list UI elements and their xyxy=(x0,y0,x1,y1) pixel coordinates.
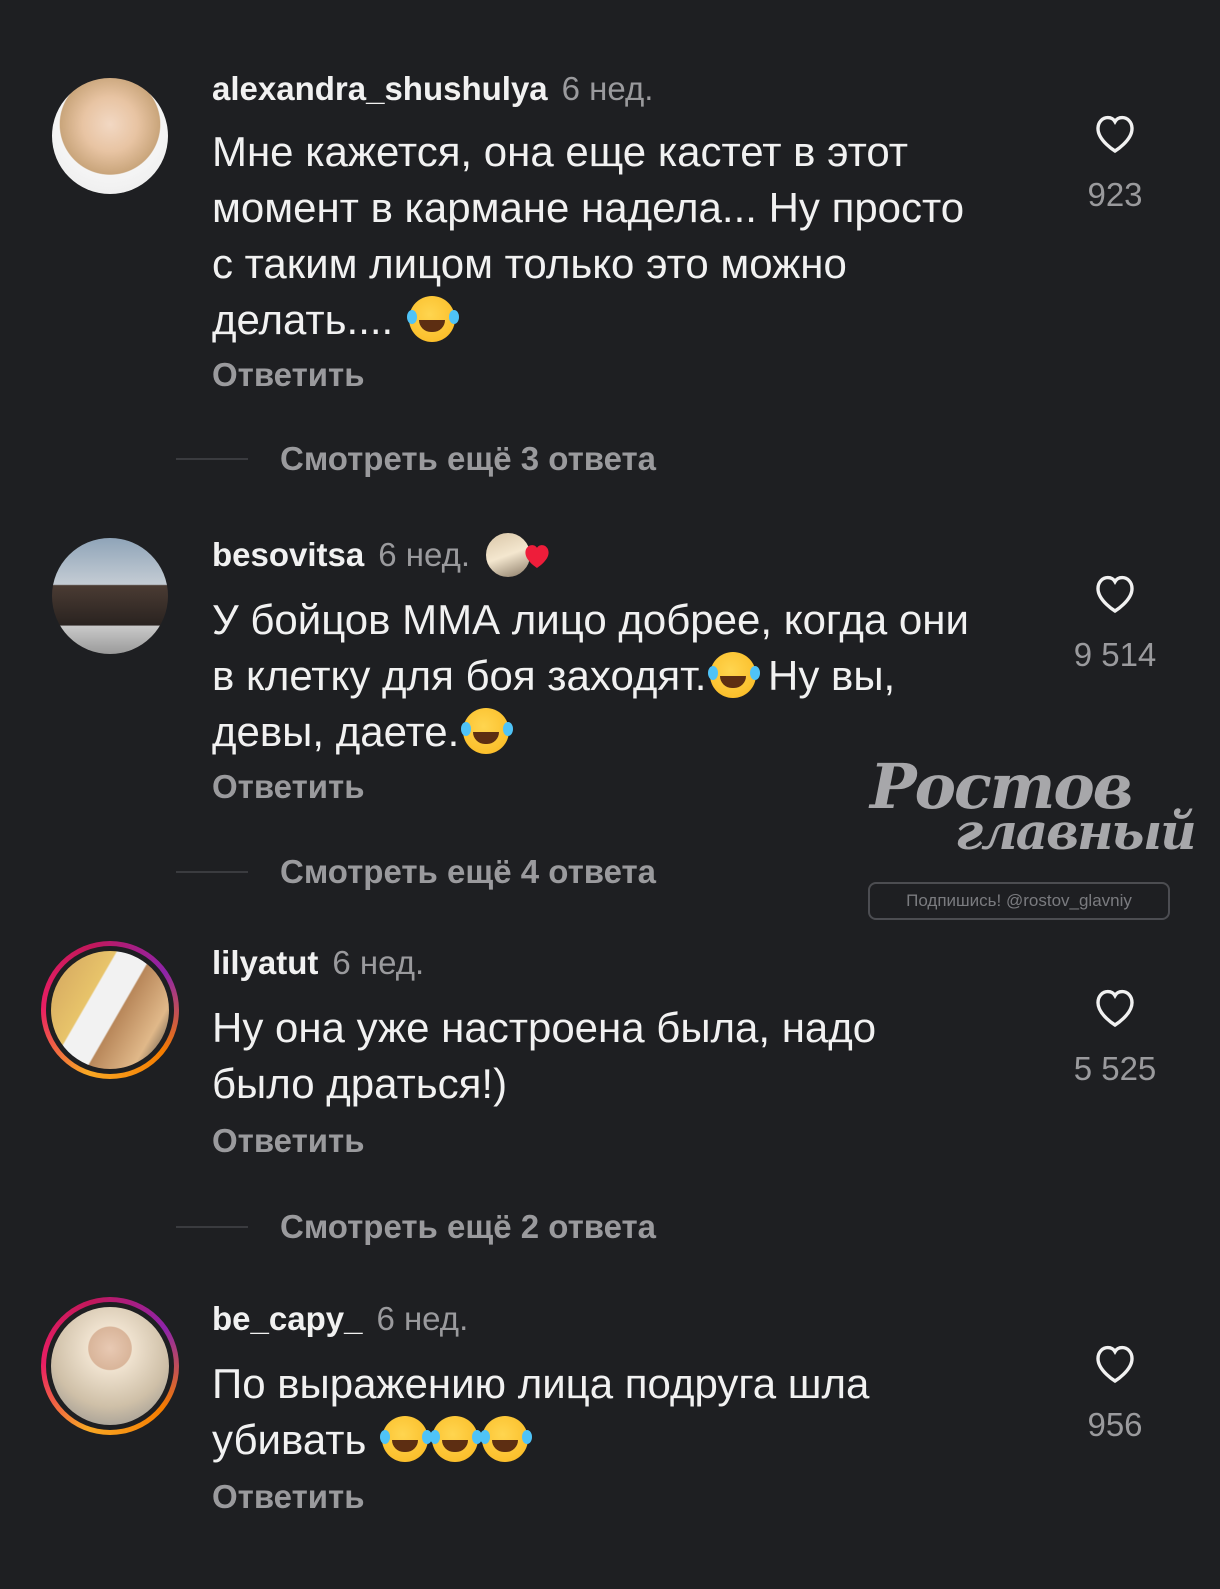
comment-text: У бойцов ММА лицо добрее, когда они в кл… xyxy=(212,596,969,755)
view-more-replies[interactable]: Смотреть ещё 4 ответа xyxy=(176,853,656,891)
timestamp: 6 нед. xyxy=(376,1300,469,1337)
like-count: 956 xyxy=(1087,1406,1143,1443)
like-count: 9 514 xyxy=(1073,636,1157,673)
heart-icon xyxy=(525,545,549,568)
heart-icon xyxy=(1096,989,1134,1027)
view-more-replies[interactable]: Смотреть ещё 3 ответа xyxy=(176,440,656,478)
like-count: 923 xyxy=(1087,176,1143,213)
heart-icon xyxy=(1096,1345,1134,1383)
reply-button[interactable]: Ответить xyxy=(212,1122,365,1160)
rolling-on-floor-laughing-icon xyxy=(380,1416,429,1462)
timestamp: 6 нед. xyxy=(561,70,654,107)
like-button[interactable]: 5 525 xyxy=(1040,984,1190,1088)
rolling-on-floor-laughing-icon xyxy=(480,1416,529,1462)
story-ring xyxy=(41,1297,179,1435)
heart-icon xyxy=(1096,115,1134,153)
divider xyxy=(176,458,248,460)
face-with-tears-of-joy-icon xyxy=(461,708,510,754)
face-with-tears-of-joy-icon xyxy=(406,296,455,342)
avatar[interactable] xyxy=(41,941,179,1079)
like-button[interactable]: 9 514 xyxy=(1040,570,1190,674)
reply-button[interactable]: Ответить xyxy=(212,356,365,394)
avatar[interactable] xyxy=(52,538,168,654)
divider xyxy=(176,871,248,873)
comment-text: По выражению лица подруга шла убивать xyxy=(212,1360,870,1463)
timestamp: 6 нед. xyxy=(378,536,471,573)
rolling-on-floor-laughing-icon xyxy=(430,1416,479,1462)
avatar[interactable] xyxy=(52,78,168,194)
like-button[interactable]: 923 xyxy=(1040,110,1190,214)
heart-icon xyxy=(1096,575,1134,613)
divider xyxy=(176,1226,248,1228)
reply-button[interactable]: Ответить xyxy=(212,1478,365,1516)
username[interactable]: be_capy_ xyxy=(212,1300,362,1338)
story-ring xyxy=(41,941,179,1079)
username[interactable]: lilyatut xyxy=(212,944,318,982)
watermark-caption: Подпишись! @rostov_glavniy xyxy=(868,882,1170,920)
reply-button[interactable]: Ответить xyxy=(212,768,365,806)
timestamp: 6 нед. xyxy=(332,944,425,981)
view-more-replies[interactable]: Смотреть ещё 2 ответа xyxy=(176,1208,656,1246)
comment-text: Мне кажется, она еще кастет в этот момен… xyxy=(212,128,965,343)
creator-reaction xyxy=(484,530,556,580)
username[interactable]: alexandra_shushulya xyxy=(212,70,548,108)
face-with-tears-of-joy-icon xyxy=(708,652,757,698)
like-button[interactable]: 956 xyxy=(1040,1340,1190,1444)
username[interactable]: besovitsa xyxy=(212,536,364,574)
comment-text: Ну она уже настроена была, надо было дра… xyxy=(212,1004,877,1107)
like-count: 5 525 xyxy=(1073,1050,1157,1087)
watermark-logo: Ростов главный Подпишись! @rostov_glavni… xyxy=(860,750,1197,920)
avatar[interactable] xyxy=(41,1297,179,1435)
